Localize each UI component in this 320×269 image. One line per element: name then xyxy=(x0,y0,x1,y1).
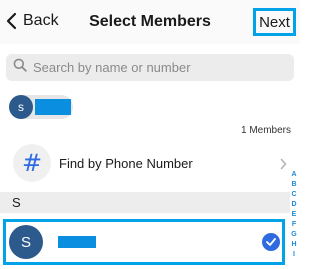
index-letter-g[interactable]: G xyxy=(291,230,296,240)
navigation-bar: Back Select Members Next xyxy=(0,0,300,44)
alphabet-index: A B C D E F G H I xyxy=(289,170,299,260)
section-letter: S xyxy=(12,195,21,210)
selected-member-chip[interactable]: s xyxy=(9,95,73,119)
checkmark-icon[interactable] xyxy=(262,233,280,251)
index-letter-b[interactable]: B xyxy=(291,180,296,190)
chevron-right-icon xyxy=(280,157,287,175)
members-count: 1 Members xyxy=(240,125,291,136)
search-input[interactable] xyxy=(33,60,273,75)
find-by-phone-label: Find by Phone Number xyxy=(59,156,193,171)
section-header: S xyxy=(0,192,290,213)
redacted-name xyxy=(58,236,96,248)
search-icon xyxy=(13,58,27,77)
index-letter-i[interactable]: I xyxy=(293,250,295,260)
contact-row[interactable]: S xyxy=(3,219,285,265)
hash-icon: # xyxy=(13,144,51,182)
redacted-name xyxy=(35,99,71,115)
index-letter-c[interactable]: C xyxy=(291,190,296,200)
avatar: s xyxy=(9,95,33,119)
index-letter-f[interactable]: F xyxy=(292,220,296,230)
index-letter-h[interactable]: H xyxy=(291,240,296,250)
avatar: S xyxy=(9,225,43,259)
index-letter-e[interactable]: E xyxy=(292,210,297,220)
index-letter-d[interactable]: D xyxy=(291,200,296,210)
next-button[interactable]: Next xyxy=(253,8,296,36)
index-letter-a[interactable]: A xyxy=(291,170,296,180)
find-by-phone-row[interactable]: # Find by Phone Number xyxy=(0,139,290,187)
search-bar[interactable] xyxy=(6,54,294,81)
